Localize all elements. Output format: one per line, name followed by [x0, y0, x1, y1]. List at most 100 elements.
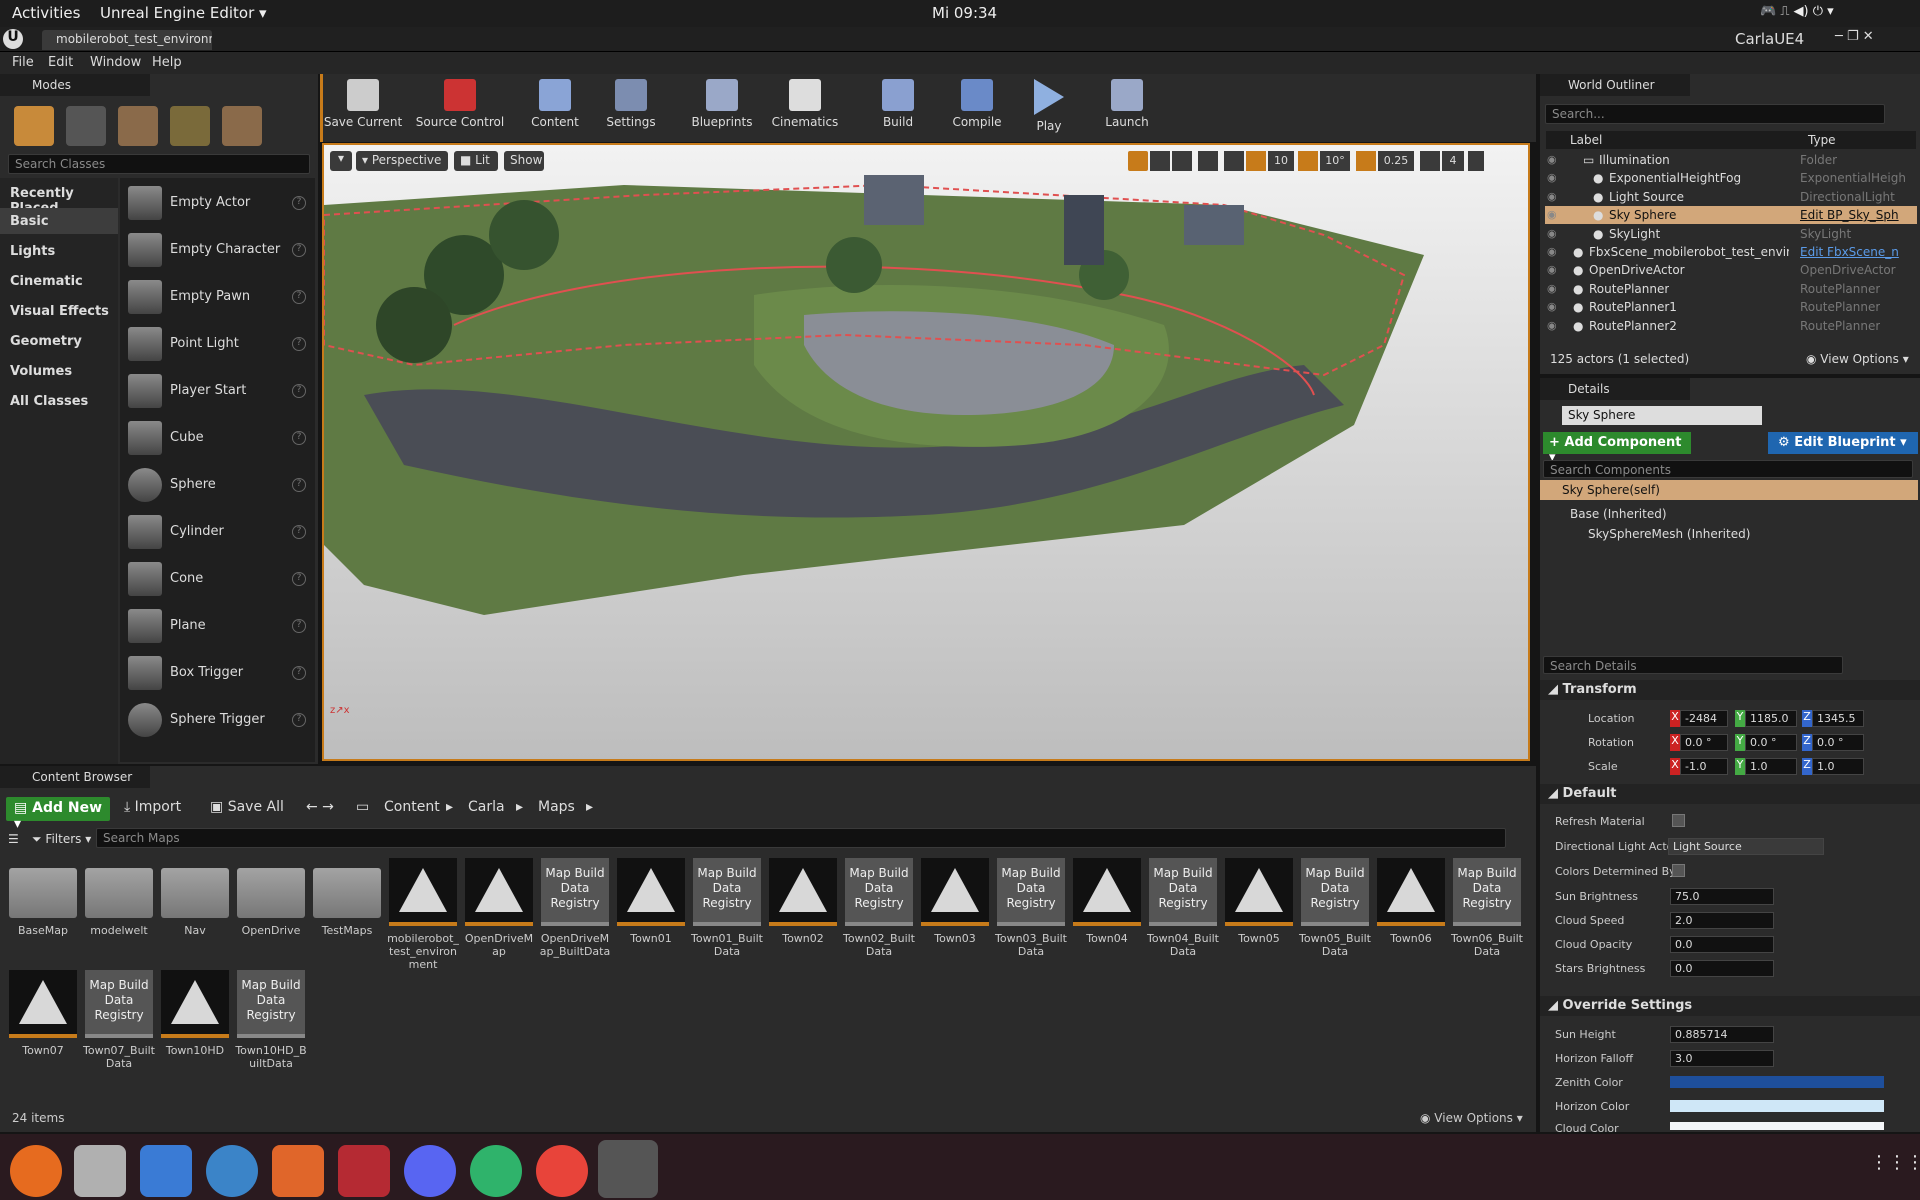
help-icon[interactable]: ?	[292, 619, 306, 633]
outliner-row[interactable]: ◉ ● Light Source DirectionalLight	[1545, 188, 1917, 206]
lit-button[interactable]: ■ Lit	[454, 151, 498, 171]
translate-icon[interactable]	[1128, 151, 1148, 171]
outliner-search-input[interactable]: Search...	[1545, 104, 1885, 124]
viewport-options-button[interactable]: ▾	[330, 151, 352, 171]
grid-snap-icon[interactable]	[1246, 151, 1266, 171]
horizon-falloff-field[interactable]: 3.0	[1670, 1050, 1774, 1067]
software-icon[interactable]	[272, 1145, 324, 1197]
asset-item[interactable]: Map Build Data Registry OpenDriveMap_Buil…	[538, 858, 612, 958]
refresh-material-checkbox[interactable]	[1672, 814, 1685, 827]
asset-item[interactable]: mobilerobot_test_environment	[386, 858, 460, 971]
asset-item[interactable]: Map Build Data Registry Town03_BuiltData	[994, 858, 1068, 958]
help-icon[interactable]: ?	[292, 290, 306, 304]
compile-button[interactable]: Compile	[936, 76, 1018, 136]
asset-item[interactable]: Map Build Data Registry Town05_BuiltData	[1298, 858, 1372, 958]
rotation-snap-icon[interactable]	[1298, 151, 1318, 171]
class-item-plane[interactable]: Plane?	[120, 603, 315, 650]
visibility-eye-icon[interactable]: ◉	[1547, 245, 1557, 258]
cloud-color-swatch[interactable]	[1670, 1122, 1884, 1130]
outliner-row[interactable]: ◉ ● ExponentialHeightFog ExponentialHeigh	[1545, 169, 1917, 187]
camera-speed-value[interactable]: 4	[1442, 151, 1464, 171]
filters-button[interactable]: ⏷ Filters ▾	[32, 832, 91, 847]
search-details-input[interactable]: Search Details	[1543, 656, 1843, 674]
col-label[interactable]: Label	[1570, 133, 1602, 147]
asset-item[interactable]: Town05	[1222, 858, 1296, 945]
import-button[interactable]: ⤓ Import	[124, 799, 181, 815]
category-geometry[interactable]: Geometry	[10, 334, 82, 349]
outliner-row[interactable]: ◉ ● Sky Sphere Edit BP_Sky_Sph	[1545, 206, 1917, 225]
details-tab[interactable]: Details	[1540, 378, 1690, 400]
settings-button[interactable]: Settings	[590, 76, 672, 136]
asset-item[interactable]: Map Build Data Registry Town10HD_BuiltDat…	[234, 970, 308, 1070]
scale-icon[interactable]	[1172, 151, 1192, 171]
asset-item[interactable]: Map Build Data Registry Town04_BuiltData	[1146, 858, 1220, 958]
rotation-y[interactable]: 0.0 °	[1745, 734, 1797, 751]
visibility-eye-icon[interactable]: ◉	[1547, 208, 1557, 221]
writer-icon[interactable]	[140, 1145, 192, 1197]
rotate-icon[interactable]	[1150, 151, 1170, 171]
unreal-icon[interactable]	[598, 1140, 658, 1198]
menu-help[interactable]: Help	[152, 55, 182, 70]
paint-mode-icon[interactable]	[66, 106, 106, 146]
outliner-row[interactable]: ◉ ● SkyLight SkyLight	[1545, 225, 1917, 243]
help-icon[interactable]: ?	[292, 337, 306, 351]
col-type[interactable]: Type	[1808, 133, 1836, 147]
content-button[interactable]: Content	[514, 76, 596, 136]
asset-item[interactable]: Map Build Data Registry Town06_BuiltData	[1450, 858, 1524, 958]
component-mesh[interactable]: SkySphereMesh (Inherited)	[1588, 527, 1750, 541]
outliner-row[interactable]: ◉ ● RoutePlanner RoutePlanner	[1545, 280, 1917, 298]
directional-light-dropdown[interactable]: Light Source	[1668, 838, 1824, 855]
world-local-icon[interactable]	[1198, 151, 1218, 171]
cloud-opacity-field[interactable]: 0.0	[1670, 936, 1774, 953]
help-icon[interactable]: ?	[292, 525, 306, 539]
help-icon[interactable]	[206, 1145, 258, 1197]
zenith-color-swatch[interactable]	[1670, 1076, 1884, 1088]
outliner-row[interactable]: ◉ ● RoutePlanner1 RoutePlanner	[1545, 298, 1917, 316]
outliner-row-type[interactable]: Edit FbxScene_n	[1800, 245, 1899, 259]
visibility-eye-icon[interactable]: ◉	[1547, 190, 1557, 203]
sun-height-field[interactable]: 0.885714	[1670, 1026, 1774, 1043]
class-item-sphere[interactable]: Sphere?	[120, 462, 315, 509]
folder-icon[interactable]: ▭	[356, 799, 369, 815]
activities-button[interactable]: Activities	[12, 4, 80, 22]
help-icon[interactable]: ?	[292, 478, 306, 492]
search-components-input[interactable]: Search Components	[1543, 460, 1913, 478]
asset-item[interactable]: Town03	[918, 858, 992, 945]
atom-icon[interactable]	[470, 1145, 522, 1197]
category-lights[interactable]: Lights	[10, 244, 55, 259]
visibility-eye-icon[interactable]: ◉	[1547, 263, 1557, 276]
asset-item[interactable]: Town10HD	[158, 970, 232, 1057]
asset-item[interactable]: Map Build Data Registry Town01_BuiltData	[690, 858, 764, 958]
launch-button[interactable]: Launch	[1086, 76, 1168, 136]
path-maps[interactable]: Maps	[538, 799, 575, 815]
category-all-classes[interactable]: All Classes	[10, 394, 88, 409]
perspective-button[interactable]: ▾ Perspective	[356, 151, 448, 171]
terminal-icon[interactable]	[338, 1145, 390, 1197]
clock[interactable]: Mi 09:34	[932, 4, 997, 22]
foliage-mode-icon[interactable]	[170, 106, 210, 146]
location-z[interactable]: 1345.5	[1812, 710, 1864, 727]
play-button[interactable]: Play	[1008, 76, 1090, 136]
window-controls[interactable]: ─ ❐ ✕	[1835, 29, 1874, 44]
help-icon[interactable]: ?	[292, 572, 306, 586]
geometry-mode-icon[interactable]	[222, 106, 262, 146]
asset-item[interactable]: TestMaps	[310, 858, 384, 937]
asset-item[interactable]: Map Build Data Registry Town02_BuiltData	[842, 858, 916, 958]
modes-tab[interactable]: Modes	[0, 74, 150, 96]
location-y[interactable]: 1185.0	[1745, 710, 1797, 727]
surface-snap-icon[interactable]	[1224, 151, 1244, 171]
search-classes-input[interactable]: Search Classes	[8, 154, 310, 174]
add-component-button[interactable]: + Add Component ▾	[1543, 432, 1691, 465]
visibility-eye-icon[interactable]: ◉	[1547, 171, 1557, 184]
add-new-button[interactable]: ▤ Add New ▾	[6, 797, 110, 832]
outliner-view-options[interactable]: ◉ View Options ▾	[1806, 352, 1909, 366]
default-section[interactable]: ◢ Default	[1540, 784, 1920, 804]
scale-x[interactable]: -1.0	[1680, 758, 1728, 775]
horizon-color-swatch[interactable]	[1670, 1100, 1884, 1112]
rotation-x[interactable]: 0.0 °	[1680, 734, 1728, 751]
world-outliner-tab[interactable]: World Outliner	[1540, 74, 1690, 96]
help-icon[interactable]: ?	[292, 713, 306, 727]
search-maps-input[interactable]: Search Maps	[96, 828, 1506, 848]
level-viewport[interactable]: ▾ ▾ Perspective ■ Lit Show 10 10° 0.25 4…	[322, 143, 1530, 761]
category-volumes[interactable]: Volumes	[10, 364, 72, 379]
